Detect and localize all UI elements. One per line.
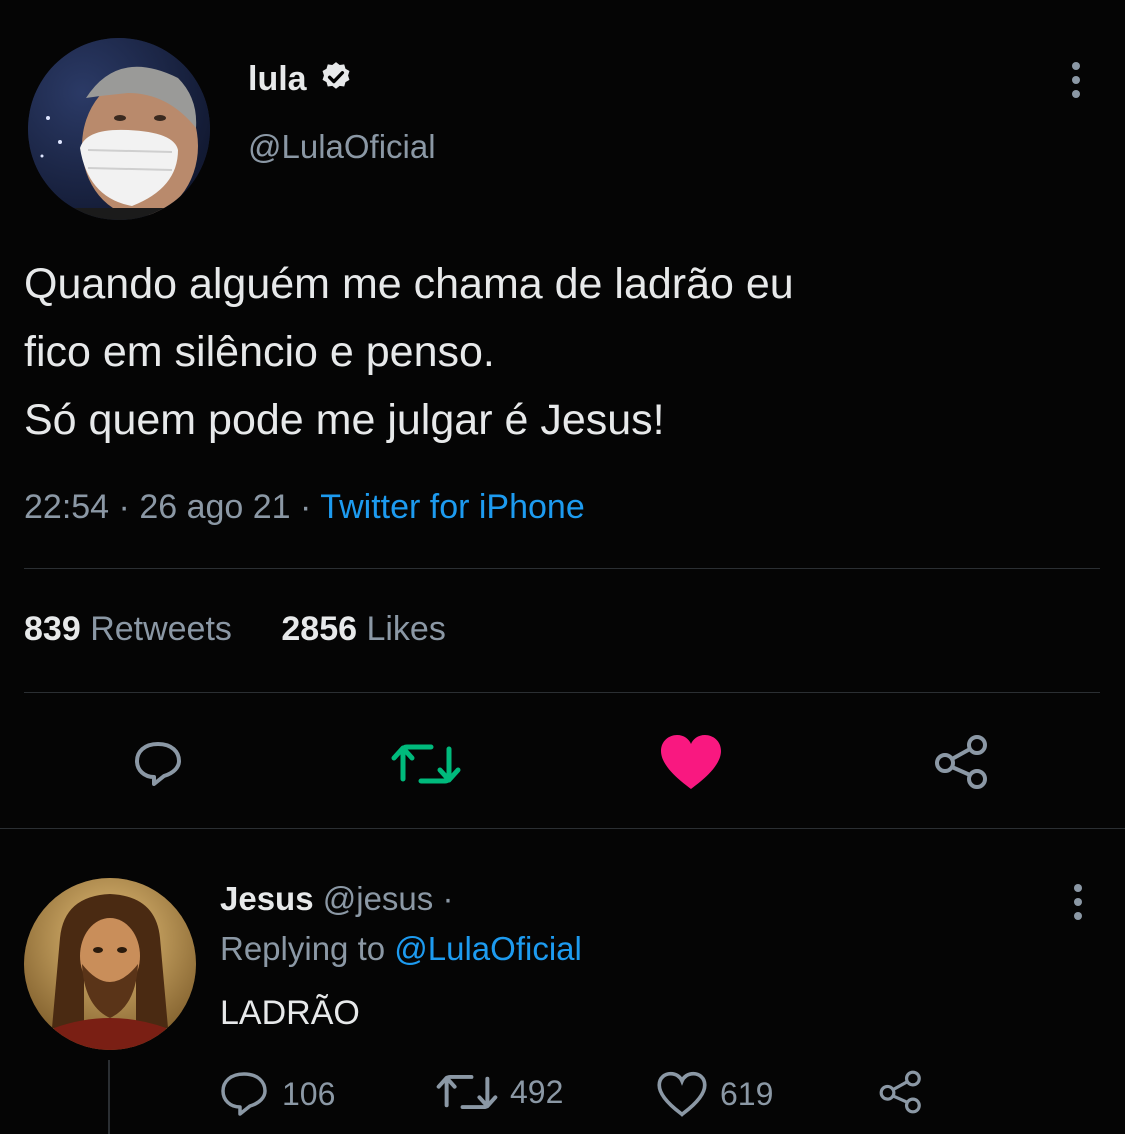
divider (24, 568, 1100, 569)
replying-prefix: Replying to (220, 930, 395, 967)
retweets-stat[interactable]: 839 Retweets (24, 610, 232, 649)
likes-stat[interactable]: 2856 Likes (281, 610, 445, 649)
avatar[interactable] (28, 38, 210, 220)
author-handle[interactable]: @LulaOficial (248, 128, 436, 166)
replying-to: Replying to @LulaOficial (220, 930, 582, 968)
retweets-count: 839 (24, 610, 81, 648)
meta-separator: · (290, 488, 321, 526)
share-icon (935, 735, 987, 789)
tweet-text-line: fico em silêncio e penso. (24, 328, 495, 376)
retweet-icon (436, 1074, 498, 1110)
reply-header: Jesus @jesus · (220, 880, 453, 918)
divider (0, 828, 1125, 829)
reply-icon (135, 742, 181, 786)
tweet-text: Quando alguém me chama de ladrão eu fico… (24, 250, 1084, 454)
tweet-source[interactable]: Twitter for iPhone (320, 488, 585, 526)
replying-mention[interactable]: @LulaOficial (394, 930, 582, 967)
thread-line (108, 1060, 110, 1134)
reply-display-name[interactable]: Jesus (220, 880, 314, 917)
reply-button[interactable] (128, 738, 188, 790)
tweet-meta: 22:54 · 26 ago 21 · Twitter for iPhone (24, 488, 585, 527)
more-options-icon[interactable] (1062, 60, 1090, 100)
retweets-label: Retweets (90, 610, 232, 648)
reply-count: 106 (282, 1075, 336, 1112)
reply-handle[interactable]: @jesus (323, 880, 434, 917)
reply-share-button[interactable] (878, 1070, 924, 1114)
meta-separator: · (109, 488, 140, 526)
reply-dot: · (433, 880, 454, 917)
retweet-count: 492 (510, 1073, 564, 1110)
like-count: 619 (720, 1075, 774, 1112)
like-button[interactable] (656, 730, 726, 794)
share-button[interactable] (930, 734, 994, 790)
tweet-screenshot: lula @LulaOficial Quando alguém me chama… (0, 0, 1125, 1134)
reply-reply-button[interactable]: 106 (218, 1070, 335, 1118)
heart-outline-icon (657, 1071, 707, 1117)
tweet-time[interactable]: 22:54 (24, 488, 109, 526)
share-icon (879, 1070, 921, 1114)
retweet-icon (391, 744, 461, 784)
tweet-text-line: Quando alguém me chama de ladrão eu (24, 260, 794, 308)
divider (24, 692, 1100, 693)
heart-icon (661, 735, 721, 789)
reply-avatar[interactable] (24, 878, 196, 1050)
likes-count: 2856 (281, 610, 358, 648)
tweet-date[interactable]: 26 ago 21 (139, 488, 290, 526)
tweet-stats: 839 Retweets 2856 Likes (24, 610, 486, 649)
reply-like-button[interactable]: 619 (656, 1070, 773, 1118)
likes-label: Likes (366, 610, 446, 648)
reply-retweet-button[interactable]: 492 (436, 1070, 563, 1114)
display-name[interactable]: lula (248, 60, 307, 99)
reply-icon (221, 1072, 267, 1116)
author-name-row: lula (248, 60, 353, 99)
tweet-text-line: Só quem pode me julgar é Jesus! (24, 396, 665, 444)
more-options-icon[interactable] (1064, 882, 1092, 922)
verified-badge-icon (319, 60, 353, 99)
reply-text: LADRÃO (220, 994, 360, 1032)
retweet-button[interactable] (388, 738, 464, 790)
